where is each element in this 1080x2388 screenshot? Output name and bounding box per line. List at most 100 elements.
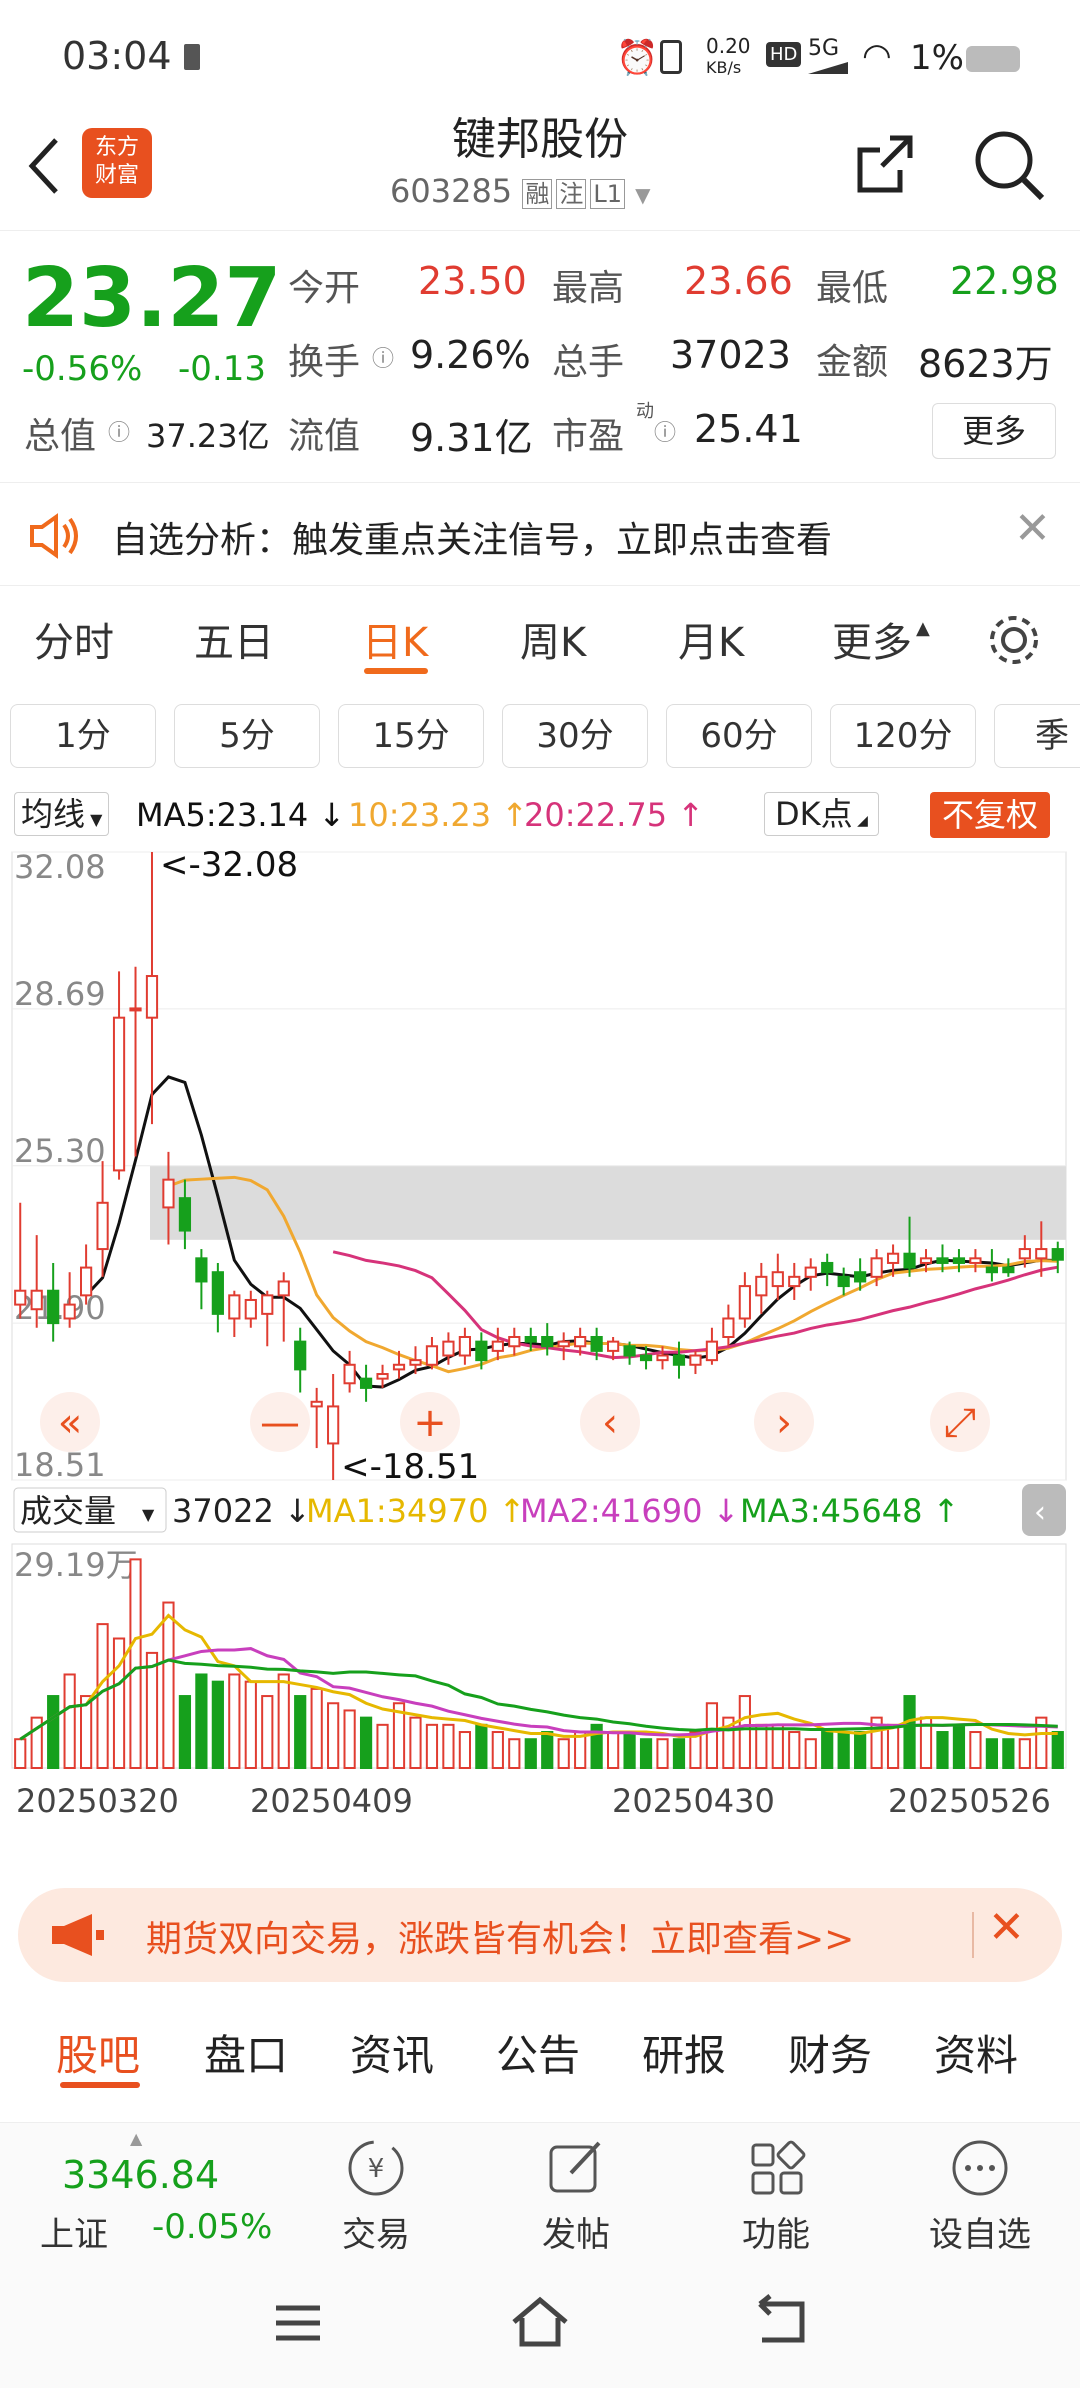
zoom-in-icon[interactable]: + [400,1392,460,1452]
post-button[interactable]: 发帖 [536,2137,616,2256]
function-button[interactable]: 功能 [736,2137,816,2256]
info-icon[interactable]: ⓘ [654,415,676,447]
candle-body [129,1007,142,1012]
candle-body [310,1400,323,1408]
tab-news[interactable]: 资讯 [350,2022,434,2083]
interval-60min[interactable]: 60分 [666,704,812,768]
chevron-left-icon: ‹ [1034,1495,1046,1530]
dropdown-arrow-icon: ▼ [142,1505,155,1524]
max-price-annotation: <-32.08 [160,845,298,885]
eastmoney-logo-icon: 东方 财富 [82,128,152,198]
interval-120min[interactable]: 120分 [830,704,976,768]
candle [343,1350,356,1393]
interval-30min[interactable]: 30分 [502,704,648,768]
volume-bar [985,1738,998,1769]
close-icon[interactable]: ✕ [988,1902,1025,1953]
candle-body [96,1201,109,1251]
zoom-out-icon[interactable]: — [250,1392,310,1452]
back-arrow-icon[interactable] [24,136,64,196]
fullscreen-icon[interactable]: ⤢ [930,1392,990,1452]
candle-body [1035,1248,1048,1260]
interval-5min[interactable]: 5分 [174,704,320,768]
tab-five-day[interactable]: 五日 [194,610,274,668]
fullscreen-icon-glyph: ⤢ [944,1400,976,1446]
volume-bar [261,1695,274,1769]
signal-icon [808,60,848,74]
candle-body [886,1252,900,1264]
ma-select[interactable]: 均线 ▼ [14,792,110,836]
ma20-value: 20:22.75 ↑ [524,796,705,834]
volume-ma3: MA3:45648 ↑ [740,1492,959,1530]
stock-code-row: 603285 融注 L1 ▼ [390,172,651,210]
volume-bar [376,1723,389,1769]
candle-body [722,1317,735,1338]
search-icon[interactable] [970,126,1050,206]
close-icon[interactable]: ✕ [1014,503,1051,554]
stock-title: 键邦股份 [452,114,628,165]
back-icon[interactable] [752,2294,812,2350]
analysis-notice[interactable]: 自选分析：触发重点关注信号，立即点击查看 ✕ [0,482,1080,586]
ma10-value: 10:23.23 ↑ [348,796,529,834]
volume-bar [310,1687,323,1769]
next-icon[interactable]: › [754,1392,814,1452]
kline-svg[interactable]: 32.0828.6925.3021.9018.51<-32.08<-18.51«… [0,844,1080,1878]
tab-finance[interactable]: 财务 [788,2022,872,2083]
info-icon[interactable]: ⓘ [372,341,394,373]
change-percent: -0.56% [22,349,143,389]
interval-1min[interactable]: 1分 [10,704,156,768]
trade-yen-icon: ¥ [348,2140,404,2196]
tab-intraday[interactable]: 分时 [34,610,114,668]
tab-profile[interactable]: 资料 [934,2022,1018,2083]
volume-ma2: MA2:41690 ↓ [520,1492,739,1530]
dk-point-select[interactable]: DK点 ◢ [764,792,879,836]
futures-banner[interactable]: 期货双向交易，涨跌皆有机会！立即查看>> ✕ [18,1888,1062,1982]
share-icon[interactable] [850,130,920,200]
tag-level: L1 [590,179,625,209]
info-icon[interactable]: ⓘ [108,415,130,447]
open-label: 今开 [288,268,361,309]
pe-dynamic-mark: 动 [636,401,654,422]
candle [821,1253,834,1287]
interval-15min[interactable]: 15分 [338,704,484,768]
tab-pankou[interactable]: 盘口 [204,2022,288,2083]
candle [541,1323,554,1356]
index-change: -0.05% [152,2207,273,2247]
tab-research[interactable]: 研报 [642,2022,726,2083]
home-icon[interactable] [508,2292,572,2352]
candle [738,1272,751,1328]
candle-body [903,1252,916,1269]
kline-chart-panel[interactable]: 均线 ▼ MA5:23.14 ↓ 10:23.23 ↑ 20:22.75 ↑ D… [0,788,1080,1878]
sim-icon [184,44,200,70]
add-watchlist-button[interactable]: 设自选 [920,2137,1040,2256]
tab-daily-k[interactable]: 日K [362,610,428,668]
candle-body [771,1271,784,1288]
stock-code: 603285 [390,172,513,210]
tab-guba[interactable]: 股吧 [56,2022,140,2083]
more-button[interactable]: 更多 [932,403,1056,459]
index-value[interactable]: 3346.84 [62,2153,219,2197]
quote-panel: 23.27 -0.56% -0.13 今开 23.50 最高 23.66 最低 … [0,230,1080,480]
prev-icon[interactable]: ‹ [580,1392,640,1452]
volume-label: 总手 [552,342,625,383]
tab-monthly-k[interactable]: 月K [678,610,744,668]
dropdown-arrow-icon[interactable]: ▼ [635,183,650,207]
volume-bar [639,1738,653,1769]
tab-announcement[interactable]: 公告 [496,2022,580,2083]
interval-quarter[interactable]: 季 [994,704,1080,768]
fuquan-button[interactable]: 不复权 [930,792,1051,838]
stock-header: 东方 财富 键邦股份 603285 融注 L1 ▼ [0,110,1080,230]
candle-body [162,1178,175,1209]
volume-bar [969,1731,982,1769]
tab-more[interactable]: 更多 [832,610,912,668]
menu-icon[interactable] [270,2298,326,2348]
scroll-left-icon[interactable]: « [40,1392,100,1452]
vibrate-icon [660,40,682,74]
volume-bar [162,1601,175,1769]
tab-weekly-k[interactable]: 周K [520,610,586,668]
candle [129,966,142,1157]
trade-button[interactable]: ¥ 交易 [336,2137,416,2256]
net-speed-unit: KB/s [706,58,742,77]
add-watchlist-label: 设自选 [929,2215,1031,2255]
volume-bar [80,1695,93,1769]
settings-gear-icon[interactable] [984,610,1044,670]
